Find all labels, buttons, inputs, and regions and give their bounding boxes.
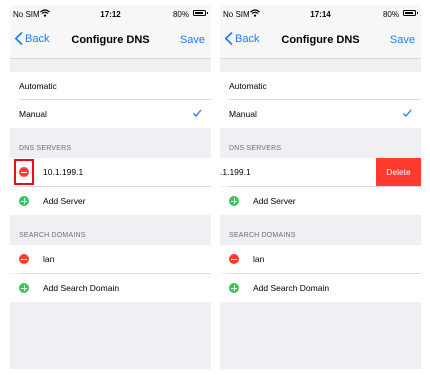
phone-screen-after: No SIM 17:14 80% Back Configure DNS Save… bbox=[220, 5, 421, 369]
add-circle-icon bbox=[19, 283, 29, 293]
dns-server-address: .1.199.1 bbox=[220, 167, 251, 177]
add-circle-icon bbox=[229, 196, 239, 206]
battery-percentage: 80% bbox=[382, 10, 399, 19]
search-domains-header: SEARCH DOMAINS bbox=[229, 232, 296, 239]
search-domains-header: SEARCH DOMAINS bbox=[19, 232, 86, 239]
manual-option[interactable]: Manual bbox=[10, 100, 211, 128]
battery-icon bbox=[193, 10, 208, 16]
dns-server-row-swiped[interactable]: .1.199.1 Delete bbox=[220, 158, 421, 186]
status-bar: No SIM 17:14 80% bbox=[220, 5, 421, 23]
save-button[interactable]: Save bbox=[390, 34, 415, 46]
save-button[interactable]: Save bbox=[180, 34, 205, 46]
navigation-bar: Back Configure DNS Save bbox=[10, 23, 211, 59]
status-bar: No SIM 17:12 80% bbox=[10, 5, 211, 23]
add-search-domain-label: Add Search Domain bbox=[43, 283, 120, 293]
add-server-label: Add Server bbox=[253, 196, 296, 206]
manual-option[interactable]: Manual bbox=[220, 100, 421, 128]
battery-percentage: 80% bbox=[172, 10, 189, 19]
manual-label: Manual bbox=[229, 109, 257, 119]
checkmark-icon bbox=[403, 109, 412, 117]
automatic-label: Automatic bbox=[19, 81, 57, 91]
automatic-option[interactable]: Automatic bbox=[220, 72, 421, 100]
dns-servers-header: DNS SERVERS bbox=[19, 145, 72, 152]
dns-server-row: 10.1.199.1 bbox=[10, 158, 211, 186]
automatic-label: Automatic bbox=[229, 81, 267, 91]
automatic-option[interactable]: Automatic bbox=[10, 72, 211, 100]
phone-screen-before: No SIM 17:12 80% Back Configure DNS Save… bbox=[10, 5, 211, 369]
battery-icon bbox=[403, 10, 418, 16]
highlight-box bbox=[14, 159, 34, 185]
delete-button[interactable]: Delete bbox=[376, 158, 421, 186]
remove-circle-icon[interactable] bbox=[229, 254, 239, 264]
add-server-label: Add Server bbox=[43, 196, 86, 206]
add-server-row[interactable]: Add Server bbox=[220, 187, 421, 215]
search-domain-value: lan bbox=[43, 254, 55, 264]
remove-circle-icon[interactable] bbox=[19, 254, 29, 264]
search-domain-value: lan bbox=[253, 254, 265, 264]
add-circle-icon bbox=[19, 196, 29, 206]
add-search-domain-row[interactable]: Add Search Domain bbox=[10, 274, 211, 302]
add-server-row[interactable]: Add Server bbox=[10, 187, 211, 215]
search-domain-row: lan bbox=[10, 245, 211, 273]
dns-servers-header: DNS SERVERS bbox=[229, 145, 282, 152]
search-domain-row: lan bbox=[220, 245, 421, 273]
manual-label: Manual bbox=[19, 109, 47, 119]
dns-server-address: 10.1.199.1 bbox=[43, 167, 84, 177]
add-search-domain-row[interactable]: Add Search Domain bbox=[220, 274, 421, 302]
checkmark-icon bbox=[193, 109, 202, 117]
add-circle-icon bbox=[229, 283, 239, 293]
add-search-domain-label: Add Search Domain bbox=[253, 283, 330, 293]
navigation-bar: Back Configure DNS Save bbox=[220, 23, 421, 59]
